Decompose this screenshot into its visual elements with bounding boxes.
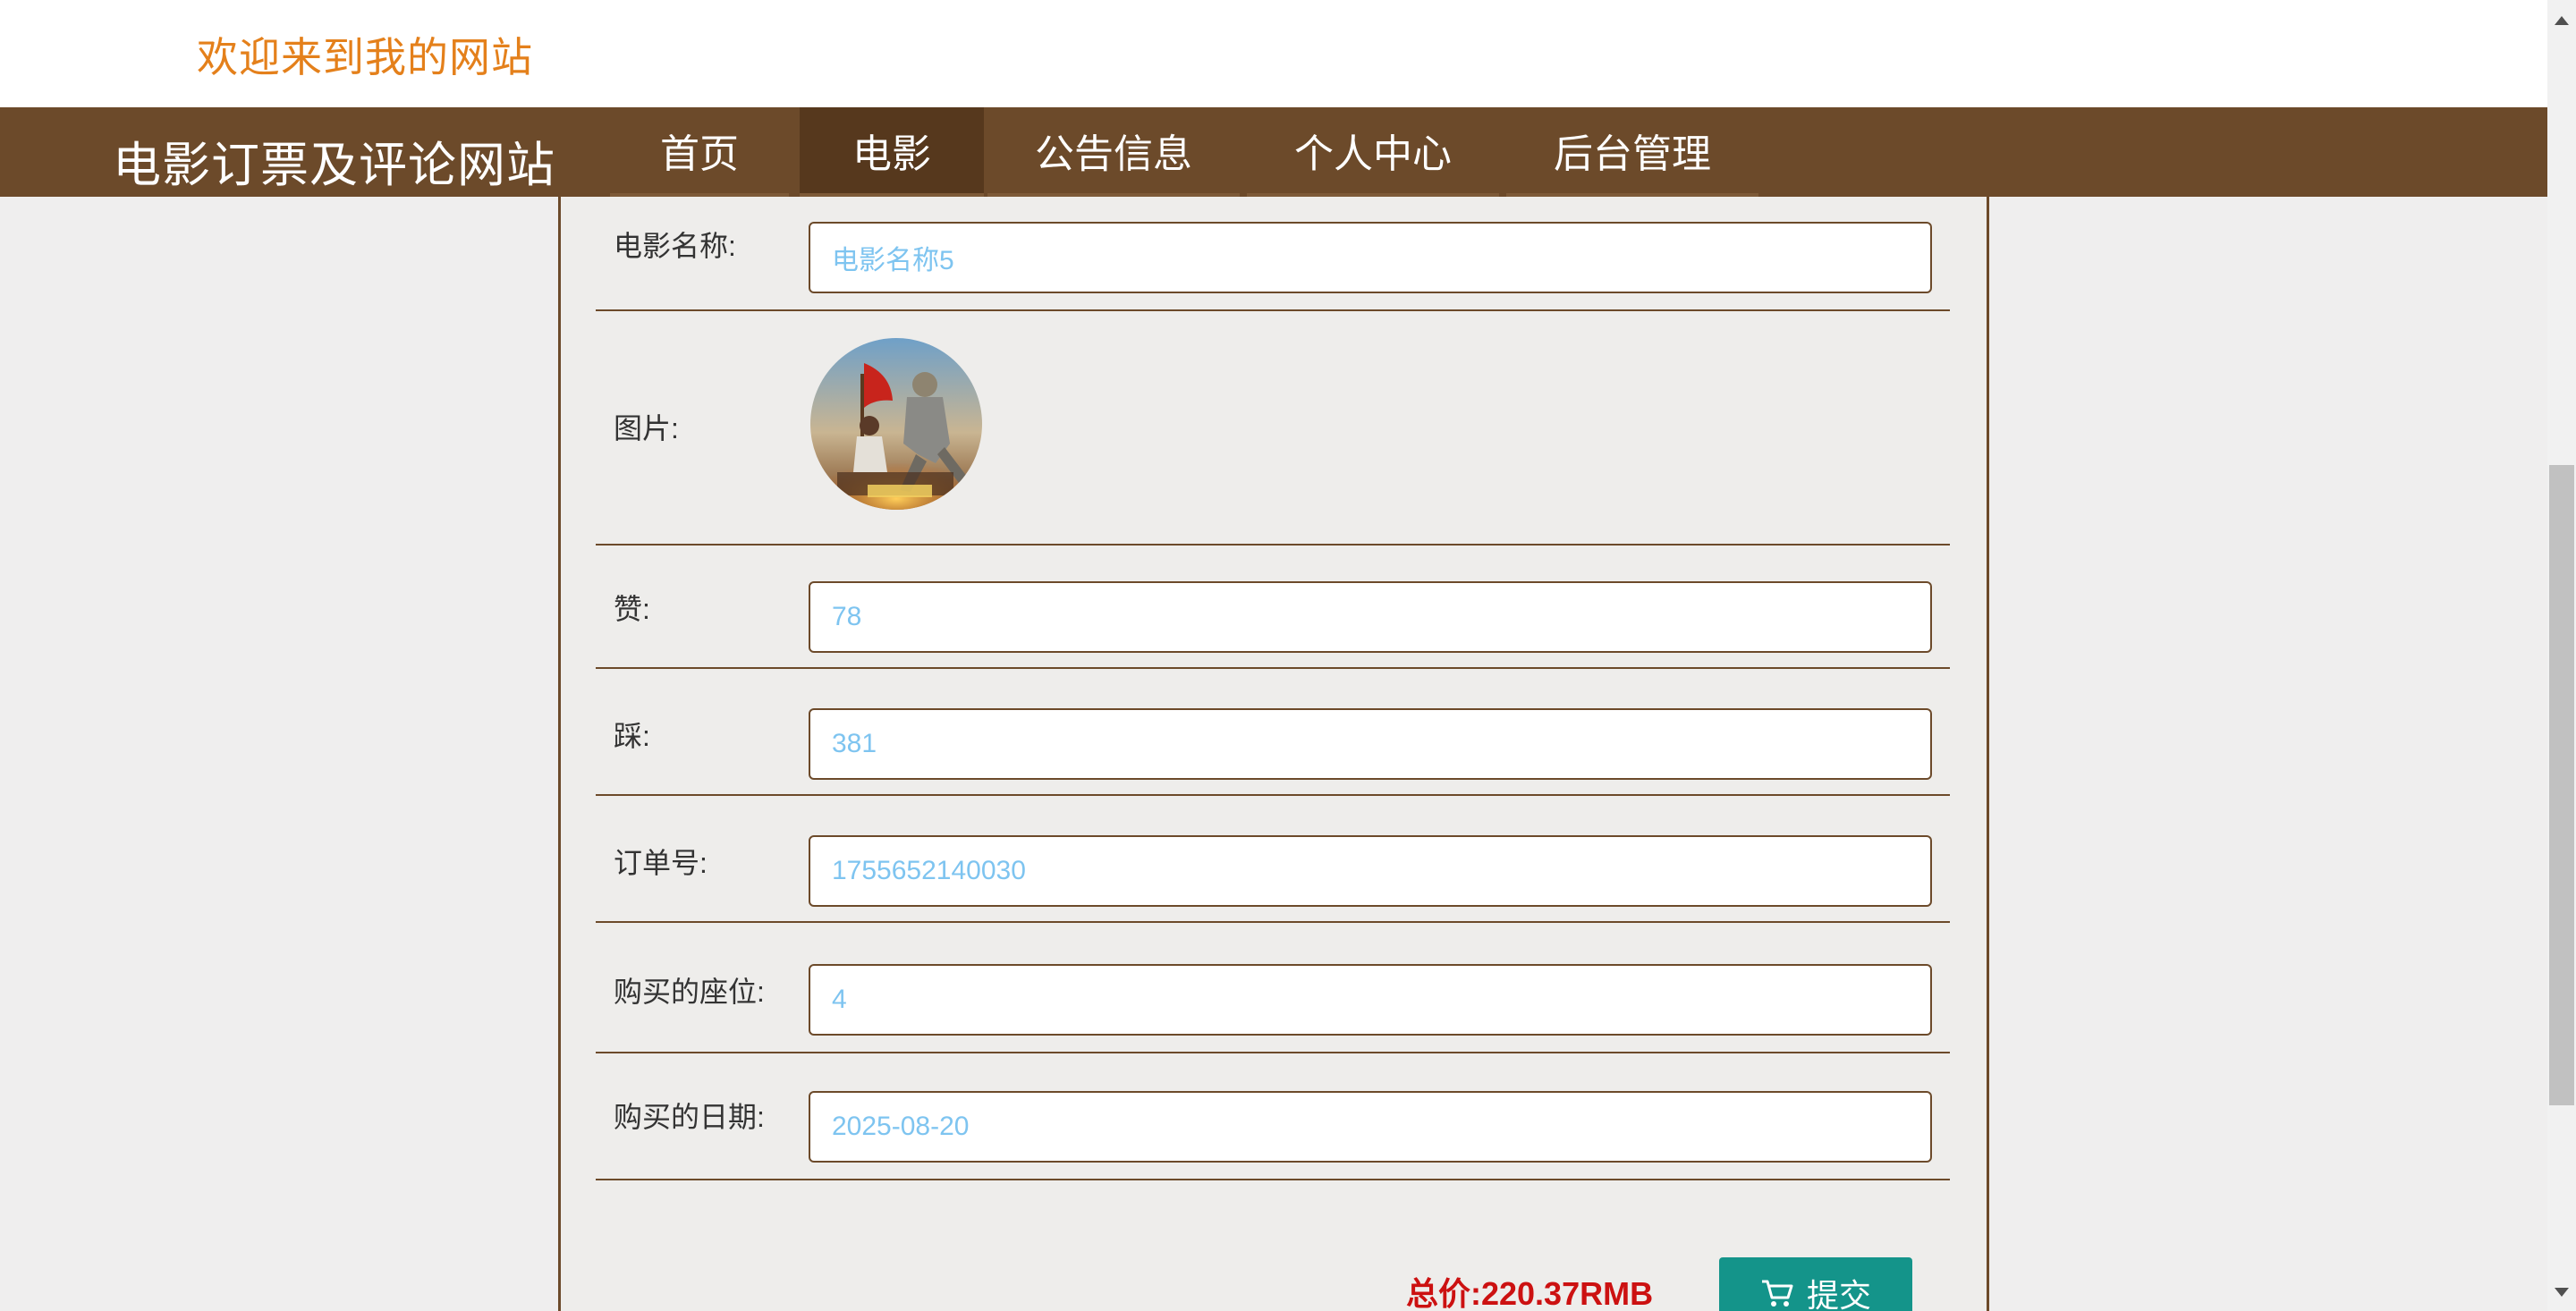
- nav-user-center[interactable]: 个人中心: [1247, 107, 1499, 197]
- row-date: 购买的日期: 2025-08-20: [596, 1053, 1950, 1180]
- top-bar: 欢迎来到我的网站: [0, 0, 2547, 107]
- movie-poster: [810, 338, 982, 510]
- main-nav: 电影订票及评论网站 首页 电影 公告信息 个人中心 后台管理: [0, 107, 2547, 197]
- row-movie-name: 电影名称: 电影名称5: [596, 197, 1950, 311]
- dislikes-input[interactable]: 381: [809, 708, 1932, 780]
- likes-label: 赞:: [614, 593, 650, 625]
- nav-movies[interactable]: 电影: [800, 107, 984, 197]
- date-label: 购买的日期:: [614, 1101, 765, 1133]
- total-price: 总价:220.37RMB: [1406, 1275, 1654, 1311]
- site-brand[interactable]: 电影订票及评论网站: [113, 125, 555, 196]
- movie-poster-image: [810, 338, 982, 510]
- order-number-label: 订单号:: [614, 847, 708, 879]
- date-input[interactable]: 2025-08-20: [809, 1091, 1932, 1163]
- seat-label: 购买的座位:: [614, 976, 765, 1008]
- row-order-number: 订单号: 1755652140030: [596, 796, 1950, 923]
- page: 欢迎来到我的网站 电影订票及评论网站 首页 电影 公告信息 个人中心 后台管理 …: [0, 0, 2576, 1311]
- submit-button[interactable]: 提交: [1719, 1257, 1912, 1311]
- row-seat: 购买的座位: 4: [596, 923, 1950, 1053]
- dislikes-label: 踩:: [614, 720, 650, 752]
- cart-icon: [1761, 1280, 1793, 1307]
- row-dislikes: 踩: 381: [596, 669, 1950, 796]
- scrollbar-thumb[interactable]: [2549, 465, 2574, 1105]
- movie-name-label: 电影名称:: [614, 230, 736, 262]
- seat-input[interactable]: 4: [809, 964, 1932, 1036]
- image-label: 图片:: [614, 412, 679, 444]
- nav-home[interactable]: 首页: [610, 107, 789, 197]
- nav-announcements[interactable]: 公告信息: [987, 107, 1240, 197]
- submit-label: 提交: [1806, 1277, 1871, 1311]
- movie-name-input[interactable]: 电影名称5: [809, 222, 1932, 293]
- row-image: 图片:: [596, 311, 1950, 546]
- welcome-text: 欢迎来到我的网站: [197, 34, 533, 80]
- likes-input[interactable]: 78: [809, 581, 1932, 653]
- row-likes: 赞: 78: [596, 546, 1950, 669]
- scroll-up-icon[interactable]: [2555, 16, 2569, 25]
- order-number-input[interactable]: 1755652140030: [809, 835, 1932, 907]
- nav-admin[interactable]: 后台管理: [1506, 107, 1758, 197]
- scroll-down-icon[interactable]: [2555, 1288, 2569, 1297]
